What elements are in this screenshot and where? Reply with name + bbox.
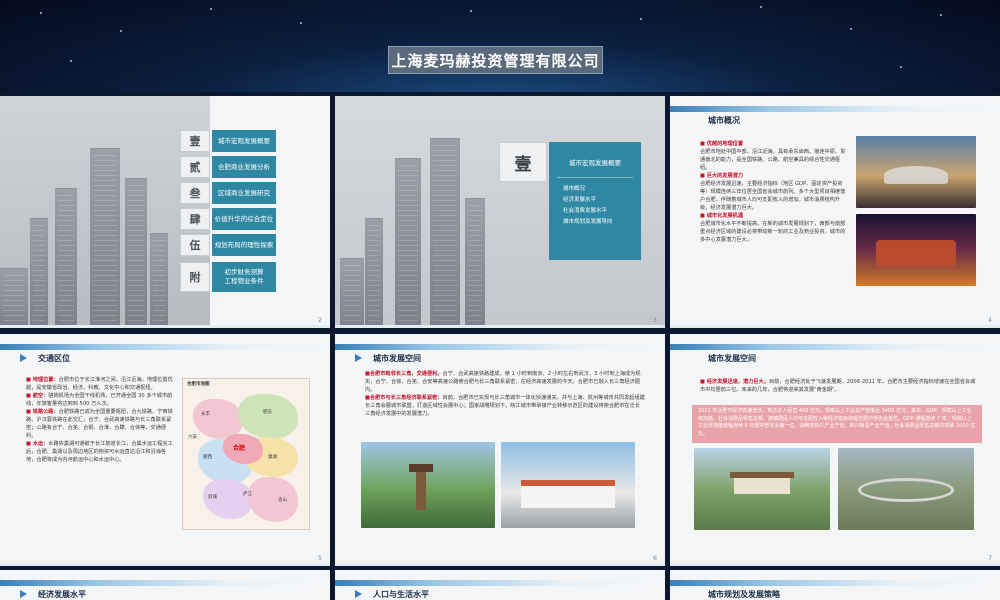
transport-text: ■ 地理位置：合肥市位于长江淮河之间，沿江近海，地理位置优越，是安徽省政治、经济… xyxy=(26,377,173,463)
map-center-label: 合肥 xyxy=(233,445,246,452)
header-bar xyxy=(670,344,1000,350)
header-bar xyxy=(335,344,665,350)
section-heading: 城市宏观发展概要 xyxy=(557,142,633,178)
toc-row-4[interactable]: 肆 价值升华的综合定位 xyxy=(180,208,276,230)
slide-transport[interactable]: 交通区位 ■ 地理位置：合肥市位于长江淮河之间，沿江近海，地理位置优越，是安徽省… xyxy=(0,334,330,566)
toc-row-6[interactable]: 附 初步财务测算 工程物业条件 xyxy=(180,262,276,292)
photo-park xyxy=(361,442,495,528)
company-title: 上海麦玛赫投资管理有限公司 xyxy=(388,46,603,74)
building-background xyxy=(0,96,210,328)
toc-num: 贰 xyxy=(180,156,210,178)
development-text: ■合肥市毗邻长三角，交通便利。合宁、合武高速铁路建成，使 1 小时到南京、2 小… xyxy=(365,371,645,417)
toc-row-5[interactable]: 伍 规划布局的理性探索 xyxy=(180,234,276,256)
toc-label: 城市宏观发展概要 xyxy=(212,130,276,152)
header-bar xyxy=(335,580,665,586)
header-bar xyxy=(670,580,1000,586)
toc-num: 附 xyxy=(180,262,210,292)
slide-title: 经济发展水平 xyxy=(38,590,86,599)
toc-row-3[interactable]: 叁 区域商业发展研究 xyxy=(180,182,276,204)
photo-campus xyxy=(501,442,635,528)
toc-label-line1: 初步财务测算 xyxy=(224,268,264,276)
toc-row-2[interactable]: 贰 合肥商业发展分析 xyxy=(180,156,276,178)
photo-interchange xyxy=(838,448,974,530)
slide-urban-planning[interactable]: 城市规划及发展策略 xyxy=(670,570,1000,600)
slide-development-space-2[interactable]: 城市发展空间 ■ 经济发展迅速，潜力巨大，目前，合肥经济处于飞速发展期，2006… xyxy=(670,334,1000,566)
section-item[interactable]: 城市概况 xyxy=(549,184,641,195)
page-number: 2 xyxy=(318,317,322,324)
arrow-icon xyxy=(355,354,362,362)
city-photo-night xyxy=(856,214,976,286)
toc-label-line2: 工程物业条件 xyxy=(224,277,264,285)
header-bar xyxy=(0,344,330,350)
toc-label: 价值升华的综合定位 xyxy=(212,208,276,230)
section-item[interactable]: 经济发展水平 xyxy=(549,195,641,206)
toc-label: 区域商业发展研究 xyxy=(212,182,276,204)
city-map[interactable]: 合肥市地图 长丰 肥东 肥西 巢湖 六安 庐江 舒城 含山 合肥 xyxy=(182,378,310,530)
arrow-icon xyxy=(20,354,27,362)
slide-toc[interactable]: 壹 城市宏观发展概要 贰 合肥商业发展分析 叁 区域商业发展研究 肆 价值升华的… xyxy=(0,96,330,328)
economy-text: ■ 经济发展迅速，潜力巨大，目前，合肥经济处于飞速发展期，2006-2011 年… xyxy=(700,379,976,393)
toc-label: 规划布局的理性探索 xyxy=(212,234,276,256)
toc-num: 伍 xyxy=(180,234,210,256)
section-item[interactable]: 城市规划及发展导向 xyxy=(549,217,641,228)
page-number: 6 xyxy=(653,555,657,562)
slide-population[interactable]: 人口与生活水平 xyxy=(335,570,665,600)
overview-text: ■ 优越的地理位置 合肥市地处中国中部、沿江近海，具有承东启西、接连中原、贯通南… xyxy=(700,141,846,243)
toc-label: 合肥商业发展分析 xyxy=(212,156,276,178)
city-photo-stadium xyxy=(856,136,976,208)
section-number: 壹 xyxy=(499,142,547,182)
arrow-icon xyxy=(355,590,362,598)
toc-num: 壹 xyxy=(180,130,210,152)
page-number: 4 xyxy=(988,317,992,324)
slide-title: 交通区位 xyxy=(38,354,70,363)
economy-highlight-box: 2011 年合肥市经济高速增长，到达达人民营 400 亿元，规模以上工业总产值接… xyxy=(692,405,982,443)
photo-pavilion xyxy=(694,448,830,530)
page-number: 5 xyxy=(318,555,322,562)
slide-city-overview[interactable]: 城市概况 ■ 优越的地理位置 合肥市地处中国中部、沿江近海，具有承东启西、接连中… xyxy=(670,96,1000,328)
toc-num: 叁 xyxy=(180,182,210,204)
toc-row-1[interactable]: 壹 城市宏观发展概要 xyxy=(180,130,276,152)
slide-title: 城市发展空间 xyxy=(708,354,756,363)
slide-title: 城市概况 xyxy=(708,116,740,125)
slide-grid: 壹 城市宏观发展概要 贰 合肥商业发展分析 叁 区域商业发展研究 肆 价值升华的… xyxy=(0,92,1000,600)
slide-section-1[interactable]: 壹 城市宏观发展概要 城市概况 经济发展水平 社会消费发展水平 城市规划及发展导… xyxy=(335,96,665,328)
top-banner: 上海麦玛赫投资管理有限公司 xyxy=(0,0,1000,92)
slide-economy-level[interactable]: 经济发展水平 xyxy=(0,570,330,600)
page-number: 7 xyxy=(988,555,992,562)
slide-development-space[interactable]: 城市发展空间 ■合肥市毗邻长三角，交通便利。合宁、合武高速铁路建成，使 1 小时… xyxy=(335,334,665,566)
slide-title: 人口与生活水平 xyxy=(373,590,429,599)
arrow-icon xyxy=(20,590,27,598)
header-bar xyxy=(670,106,1000,112)
slide-title: 城市规划及发展策略 xyxy=(708,590,780,599)
section-item[interactable]: 社会消费发展水平 xyxy=(549,206,641,217)
toc-num: 肆 xyxy=(180,208,210,230)
toc-label: 初步财务测算 工程物业条件 xyxy=(212,262,276,292)
slide-title: 城市发展空间 xyxy=(373,354,421,363)
section-panel: 城市宏观发展概要 城市概况 经济发展水平 社会消费发展水平 城市规划及发展导向 xyxy=(549,142,641,260)
header-bar xyxy=(0,580,330,586)
page-number: 3 xyxy=(653,317,657,324)
